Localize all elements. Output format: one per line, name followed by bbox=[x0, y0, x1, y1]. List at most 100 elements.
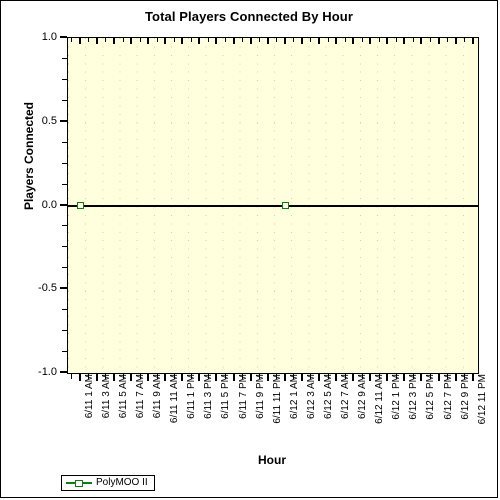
x-tick-label: 6/12 11 PM bbox=[476, 374, 488, 425]
x-axis-top-tick bbox=[344, 38, 346, 42]
y-axis-major-tick bbox=[60, 371, 67, 373]
x-axis-top-tick bbox=[156, 38, 158, 42]
x-axis-top-tick bbox=[403, 38, 406, 44]
x-axis-top-tick bbox=[437, 38, 440, 44]
x-tick-label: 6/11 11 PM bbox=[271, 374, 283, 424]
x-axis-top-tick bbox=[293, 38, 295, 42]
y-axis-minor-tick bbox=[62, 57, 67, 59]
x-axis-top-tick bbox=[164, 38, 167, 44]
y-axis-minor-tick bbox=[62, 330, 67, 332]
chart-title: Total Players Connected By Hour bbox=[144, 9, 353, 24]
x-axis-top-tick bbox=[259, 38, 261, 42]
x-axis-top-tick bbox=[95, 38, 98, 44]
chart-legend[interactable]: PolyMOO II bbox=[61, 475, 155, 491]
x-axis-top-tick bbox=[464, 38, 466, 42]
x-axis-top-tick bbox=[412, 38, 414, 42]
x-axis-top-tick bbox=[276, 38, 278, 42]
x-axis-top-tick bbox=[88, 38, 90, 42]
y-axis-minor-tick bbox=[62, 246, 67, 248]
y-axis-minor-tick bbox=[62, 162, 67, 164]
x-axis-top-tick bbox=[386, 38, 389, 44]
x-tick-label: 6/11 3 PM bbox=[203, 374, 215, 419]
x-axis-top-tick bbox=[395, 38, 397, 42]
y-tick-label: -0.5 bbox=[38, 282, 57, 295]
x-axis-top-tick bbox=[232, 38, 235, 44]
x-axis-top-tick bbox=[310, 38, 312, 42]
x-axis-top-tick bbox=[147, 38, 150, 44]
x-tick-label: 6/12 7 PM bbox=[442, 374, 454, 420]
x-axis-top-tick bbox=[242, 38, 244, 42]
y-axis-minor-tick bbox=[62, 225, 67, 227]
series-line bbox=[68, 204, 478, 207]
y-axis-minor-tick bbox=[62, 99, 67, 101]
data-point-marker[interactable] bbox=[77, 202, 85, 209]
x-tick-label: 6/11 1 AM bbox=[83, 374, 95, 419]
x-tick-label: 6/12 5 PM bbox=[425, 374, 437, 420]
x-axis-top-tick bbox=[378, 38, 380, 42]
x-axis-top-tick bbox=[215, 38, 218, 44]
x-tick-label: 6/12 9 PM bbox=[459, 374, 471, 420]
x-tick-label: 6/12 1 AM bbox=[288, 374, 300, 420]
x-axis-top-tick bbox=[361, 38, 363, 42]
x-tick-label: 6/11 5 AM bbox=[117, 374, 129, 419]
y-tick-label: 1.0 bbox=[41, 31, 57, 43]
y-tick-label: 0.5 bbox=[41, 114, 57, 127]
chart-window: Total Players Connected By Hour Players … bbox=[0, 0, 498, 498]
x-axis-top-tick bbox=[198, 38, 201, 44]
x-tick-label: 6/12 9 AM bbox=[357, 374, 369, 420]
x-axis-top-tick bbox=[266, 38, 269, 44]
x-tick-label: 6/12 1 PM bbox=[391, 374, 403, 420]
y-axis-minor-tick bbox=[62, 351, 67, 353]
x-axis-top-tick bbox=[249, 38, 252, 44]
x-axis-top-tick bbox=[352, 38, 355, 44]
y-axis-minor-tick bbox=[62, 141, 67, 143]
x-axis-top-tick bbox=[105, 38, 107, 42]
x-axis-top-tick bbox=[130, 38, 133, 44]
plot-area[interactable] bbox=[67, 37, 479, 374]
x-axis-tick-labels: 6/11 1 AM 6/11 3 AM 6/11 5 AM 6/11 7 AM 6/11… bbox=[67, 374, 488, 450]
series-layer bbox=[68, 38, 478, 373]
x-axis-top-tick bbox=[430, 38, 432, 42]
legend-entry-polymoo-ii[interactable]: PolyMOO II bbox=[66, 478, 148, 488]
y-axis-minor-tick bbox=[62, 183, 67, 185]
y-axis-major-tick bbox=[60, 36, 67, 38]
y-axis-major-tick bbox=[60, 119, 67, 122]
x-axis-top-tick bbox=[335, 38, 338, 44]
x-axis-title: Hour bbox=[258, 453, 286, 467]
y-tick-label: 0.0 bbox=[41, 198, 57, 211]
x-tick-label: 6/11 7 AM bbox=[135, 374, 147, 419]
x-tick-label: 6/12 7 AM bbox=[340, 374, 352, 420]
x-tick-label: 6/12 11 AM bbox=[374, 374, 386, 424]
y-axis-major-tick bbox=[60, 203, 67, 206]
x-axis-top-tick bbox=[420, 38, 423, 44]
x-axis-top-tick bbox=[471, 38, 474, 44]
x-axis-top-tick bbox=[207, 38, 209, 42]
legend-entry-label: PolyMOO II bbox=[96, 477, 148, 488]
x-tick-label: 6/12 3 AM bbox=[305, 374, 317, 420]
x-axis-top-tick bbox=[454, 38, 457, 44]
x-axis-top-tick bbox=[283, 38, 286, 44]
x-axis-top-tick bbox=[369, 38, 372, 44]
x-axis-top-tick bbox=[190, 38, 192, 42]
y-axis-tick-labels: 1.0 0.5 0.0 -0.5 -1.0 bbox=[1, 32, 63, 378]
x-axis-top-tick bbox=[173, 38, 175, 42]
x-tick-label: 6/11 5 PM bbox=[220, 374, 232, 419]
x-tick-label: 6/11 1 PM bbox=[186, 374, 198, 419]
x-tick-label: 6/11 11 AM bbox=[169, 374, 181, 424]
y-axis-minor-tick bbox=[62, 78, 67, 80]
x-tick-label: 6/11 9 PM bbox=[254, 374, 266, 419]
x-axis-top-tick bbox=[300, 38, 303, 44]
x-axis-top-tick bbox=[225, 38, 227, 42]
x-axis-top-tick bbox=[317, 38, 320, 44]
x-axis-top-tick bbox=[112, 38, 115, 44]
x-tick-label: 6/11 9 AM bbox=[152, 374, 164, 419]
legend-line-marker-icon bbox=[66, 479, 92, 488]
x-axis-top-tick bbox=[447, 38, 449, 42]
x-tick-label: 6/11 3 AM bbox=[100, 374, 112, 419]
x-axis-top-tick bbox=[139, 38, 141, 42]
x-tick-label: 6/11 7 PM bbox=[237, 374, 249, 419]
x-axis-top-tick bbox=[78, 38, 81, 44]
x-axis-top-tick bbox=[71, 38, 73, 42]
data-point-marker[interactable] bbox=[282, 202, 290, 209]
x-axis-top-tick bbox=[181, 38, 184, 44]
